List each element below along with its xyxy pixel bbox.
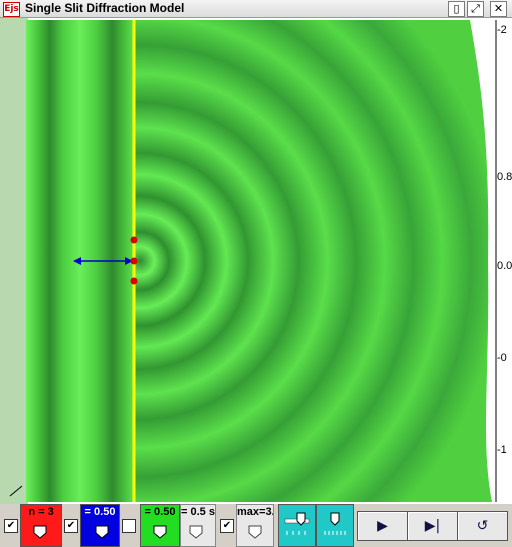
a-slider-panel[interactable]: = 0.50 [80, 504, 120, 547]
close-button[interactable]: ✕ [490, 1, 507, 17]
step-button[interactable]: ▶| [407, 511, 458, 541]
b-slider-panel[interactable]: = 0.50 [140, 504, 180, 547]
checkbox-b[interactable] [122, 519, 136, 533]
b-slider-label: = 0.50 [144, 506, 176, 518]
window-title: Single Slit Diffraction Model [25, 1, 185, 15]
axis-tick: -0 [497, 352, 507, 364]
slit-center-handle[interactable] [130, 257, 138, 265]
slit-top-handle[interactable] [130, 236, 138, 244]
axis-tick: -1 [497, 444, 507, 456]
slider-thumb-icon[interactable] [248, 525, 262, 539]
diffracted-wave-surface [134, 20, 492, 502]
dt-slider-label: = 0.5 s [181, 506, 215, 518]
title-bar: Ejs Single Slit Diffraction Model ▯ ⤢ ✕ [0, 0, 512, 18]
speed-slider-panel[interactable] [278, 504, 316, 547]
maximize-button[interactable]: ⤢ [467, 1, 484, 17]
n-slider-label: n = 3 [28, 506, 54, 518]
slider-thumb-icon[interactable] [283, 511, 311, 539]
slider-thumb-icon[interactable] [153, 525, 167, 539]
slit-bottom-handle[interactable] [130, 277, 138, 285]
slider-thumb-icon[interactable] [95, 525, 109, 539]
minimize-button[interactable]: ▯ [448, 1, 465, 17]
checkbox-n[interactable]: ✔ [4, 519, 18, 533]
axis-tick: 0.8 [497, 171, 512, 183]
n-slider-panel[interactable]: n = 3 [20, 504, 62, 547]
slider-thumb-icon[interactable] [33, 525, 47, 539]
checkbox-max[interactable]: ✔ [220, 519, 234, 533]
max-slider-label: max=3. [237, 506, 273, 518]
resolution-slider-panel[interactable] [316, 504, 354, 547]
dt-slider-panel[interactable]: = 0.5 s [180, 504, 216, 547]
control-panel: ✔ n = 3 ✔ = 0.50 = 0.50 = 0.5 s ✔ max=3. [0, 504, 512, 547]
slider-thumb-icon[interactable] [189, 525, 203, 539]
app-icon: Ejs [3, 2, 20, 17]
reset-button[interactable]: ↺ [457, 511, 508, 541]
axis-tick: 0.0 [497, 260, 512, 272]
a-slider-label: = 0.50 [84, 506, 116, 518]
checkbox-a[interactable]: ✔ [64, 519, 78, 533]
max-slider-panel[interactable]: max=3. [236, 504, 274, 547]
axis-tick: -2 [497, 24, 507, 36]
left-shadow-strip [0, 18, 28, 504]
slider-thumb-icon[interactable] [321, 511, 349, 539]
wave-plot[interactable]: -2 0.8 0.0 -0 -1 [0, 18, 512, 504]
play-button[interactable]: ▶ [357, 511, 408, 541]
